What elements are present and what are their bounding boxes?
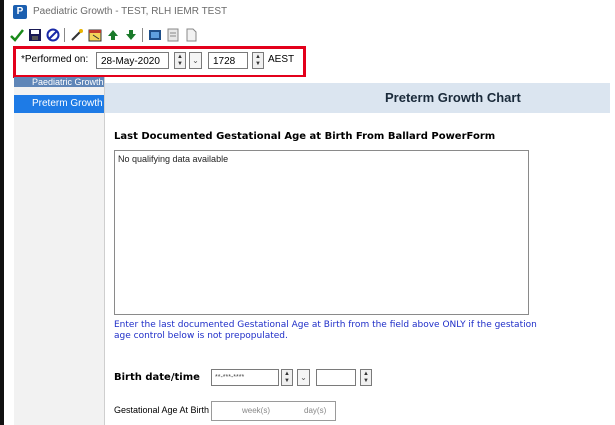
spin-down-icon[interactable]: ▼ bbox=[282, 378, 292, 386]
section-label: Last Documented Gestational Age at Birth… bbox=[114, 131, 496, 142]
ga-weeks-placeholder: week(s) bbox=[242, 406, 271, 415]
performed-on-label: *Performed on: bbox=[21, 54, 89, 65]
timezone-label: AEST bbox=[268, 54, 295, 65]
spin-up-icon[interactable]: ▲ bbox=[175, 53, 185, 61]
performed-date-field[interactable]: 28-May-2020 bbox=[96, 52, 169, 69]
display-icon[interactable] bbox=[147, 27, 163, 43]
window-title: Paediatric Growth - TEST, RLH IEMR TEST bbox=[33, 6, 228, 17]
birth-date-dropdown-chevron-down-icon[interactable]: ⌄ bbox=[297, 369, 310, 386]
spin-down-icon[interactable]: ▼ bbox=[253, 61, 263, 69]
ga-days-placeholder: day(s) bbox=[304, 406, 327, 415]
form-content: Preterm Growth Chart Last Documented Ges… bbox=[105, 77, 615, 425]
document-icon[interactable] bbox=[183, 27, 199, 43]
spin-up-icon[interactable]: ▲ bbox=[253, 53, 263, 61]
cancel-icon[interactable] bbox=[45, 27, 61, 43]
calendar-icon[interactable] bbox=[87, 27, 103, 43]
notes-icon[interactable] bbox=[165, 27, 181, 43]
birth-time-field[interactable] bbox=[316, 369, 356, 386]
toolbar bbox=[4, 24, 615, 46]
sidebar: Paediatric Growth Preterm Growth C bbox=[14, 77, 105, 425]
spin-up-icon[interactable]: ▲ bbox=[282, 370, 292, 378]
up-arrow-icon[interactable] bbox=[105, 27, 121, 43]
birth-date-field[interactable]: **-***-**** bbox=[211, 369, 279, 386]
toolbar-separator bbox=[142, 28, 143, 42]
no-data-text: No qualifying data available bbox=[118, 154, 229, 164]
date-spinner[interactable]: ▲ ▼ bbox=[174, 52, 186, 69]
time-spinner[interactable]: ▲ ▼ bbox=[252, 52, 264, 69]
save-icon[interactable] bbox=[27, 27, 43, 43]
spin-down-icon[interactable]: ▼ bbox=[175, 61, 185, 69]
toolbar-separator bbox=[64, 28, 65, 42]
ballard-results-box: No qualifying data available bbox=[114, 150, 529, 315]
title-bar: P Paediatric Growth - TEST, RLH IEMR TES… bbox=[4, 0, 615, 24]
sidebar-item-paediatric-growth[interactable]: Paediatric Growth bbox=[14, 77, 104, 87]
sidebar-item-preterm-growth[interactable]: Preterm Growth C bbox=[14, 95, 104, 113]
birth-datetime-label: Birth date/time bbox=[114, 372, 200, 383]
app-icon: P bbox=[13, 5, 27, 19]
birth-time-spinner[interactable]: ▲ ▼ bbox=[360, 369, 372, 386]
down-arrow-icon[interactable] bbox=[123, 27, 139, 43]
performed-time-field[interactable]: 1728 bbox=[208, 52, 248, 69]
spin-up-icon[interactable]: ▲ bbox=[361, 370, 371, 378]
gestational-age-field[interactable]: week(s) day(s) bbox=[211, 401, 336, 421]
spin-down-icon[interactable]: ▼ bbox=[361, 378, 371, 386]
gestational-age-label: Gestational Age At Birth bbox=[114, 405, 210, 415]
section-heading-bar: Preterm Growth Chart bbox=[105, 83, 610, 113]
page-title: Preterm Growth Chart bbox=[385, 90, 521, 105]
birth-date-spinner[interactable]: ▲ ▼ bbox=[281, 369, 293, 386]
wand-icon[interactable] bbox=[69, 27, 85, 43]
instruction-text: Enter the last documented Gestational Ag… bbox=[114, 320, 537, 341]
date-dropdown-chevron-down-icon[interactable]: ⌄ bbox=[189, 52, 202, 69]
checkmark-icon[interactable] bbox=[9, 27, 25, 43]
